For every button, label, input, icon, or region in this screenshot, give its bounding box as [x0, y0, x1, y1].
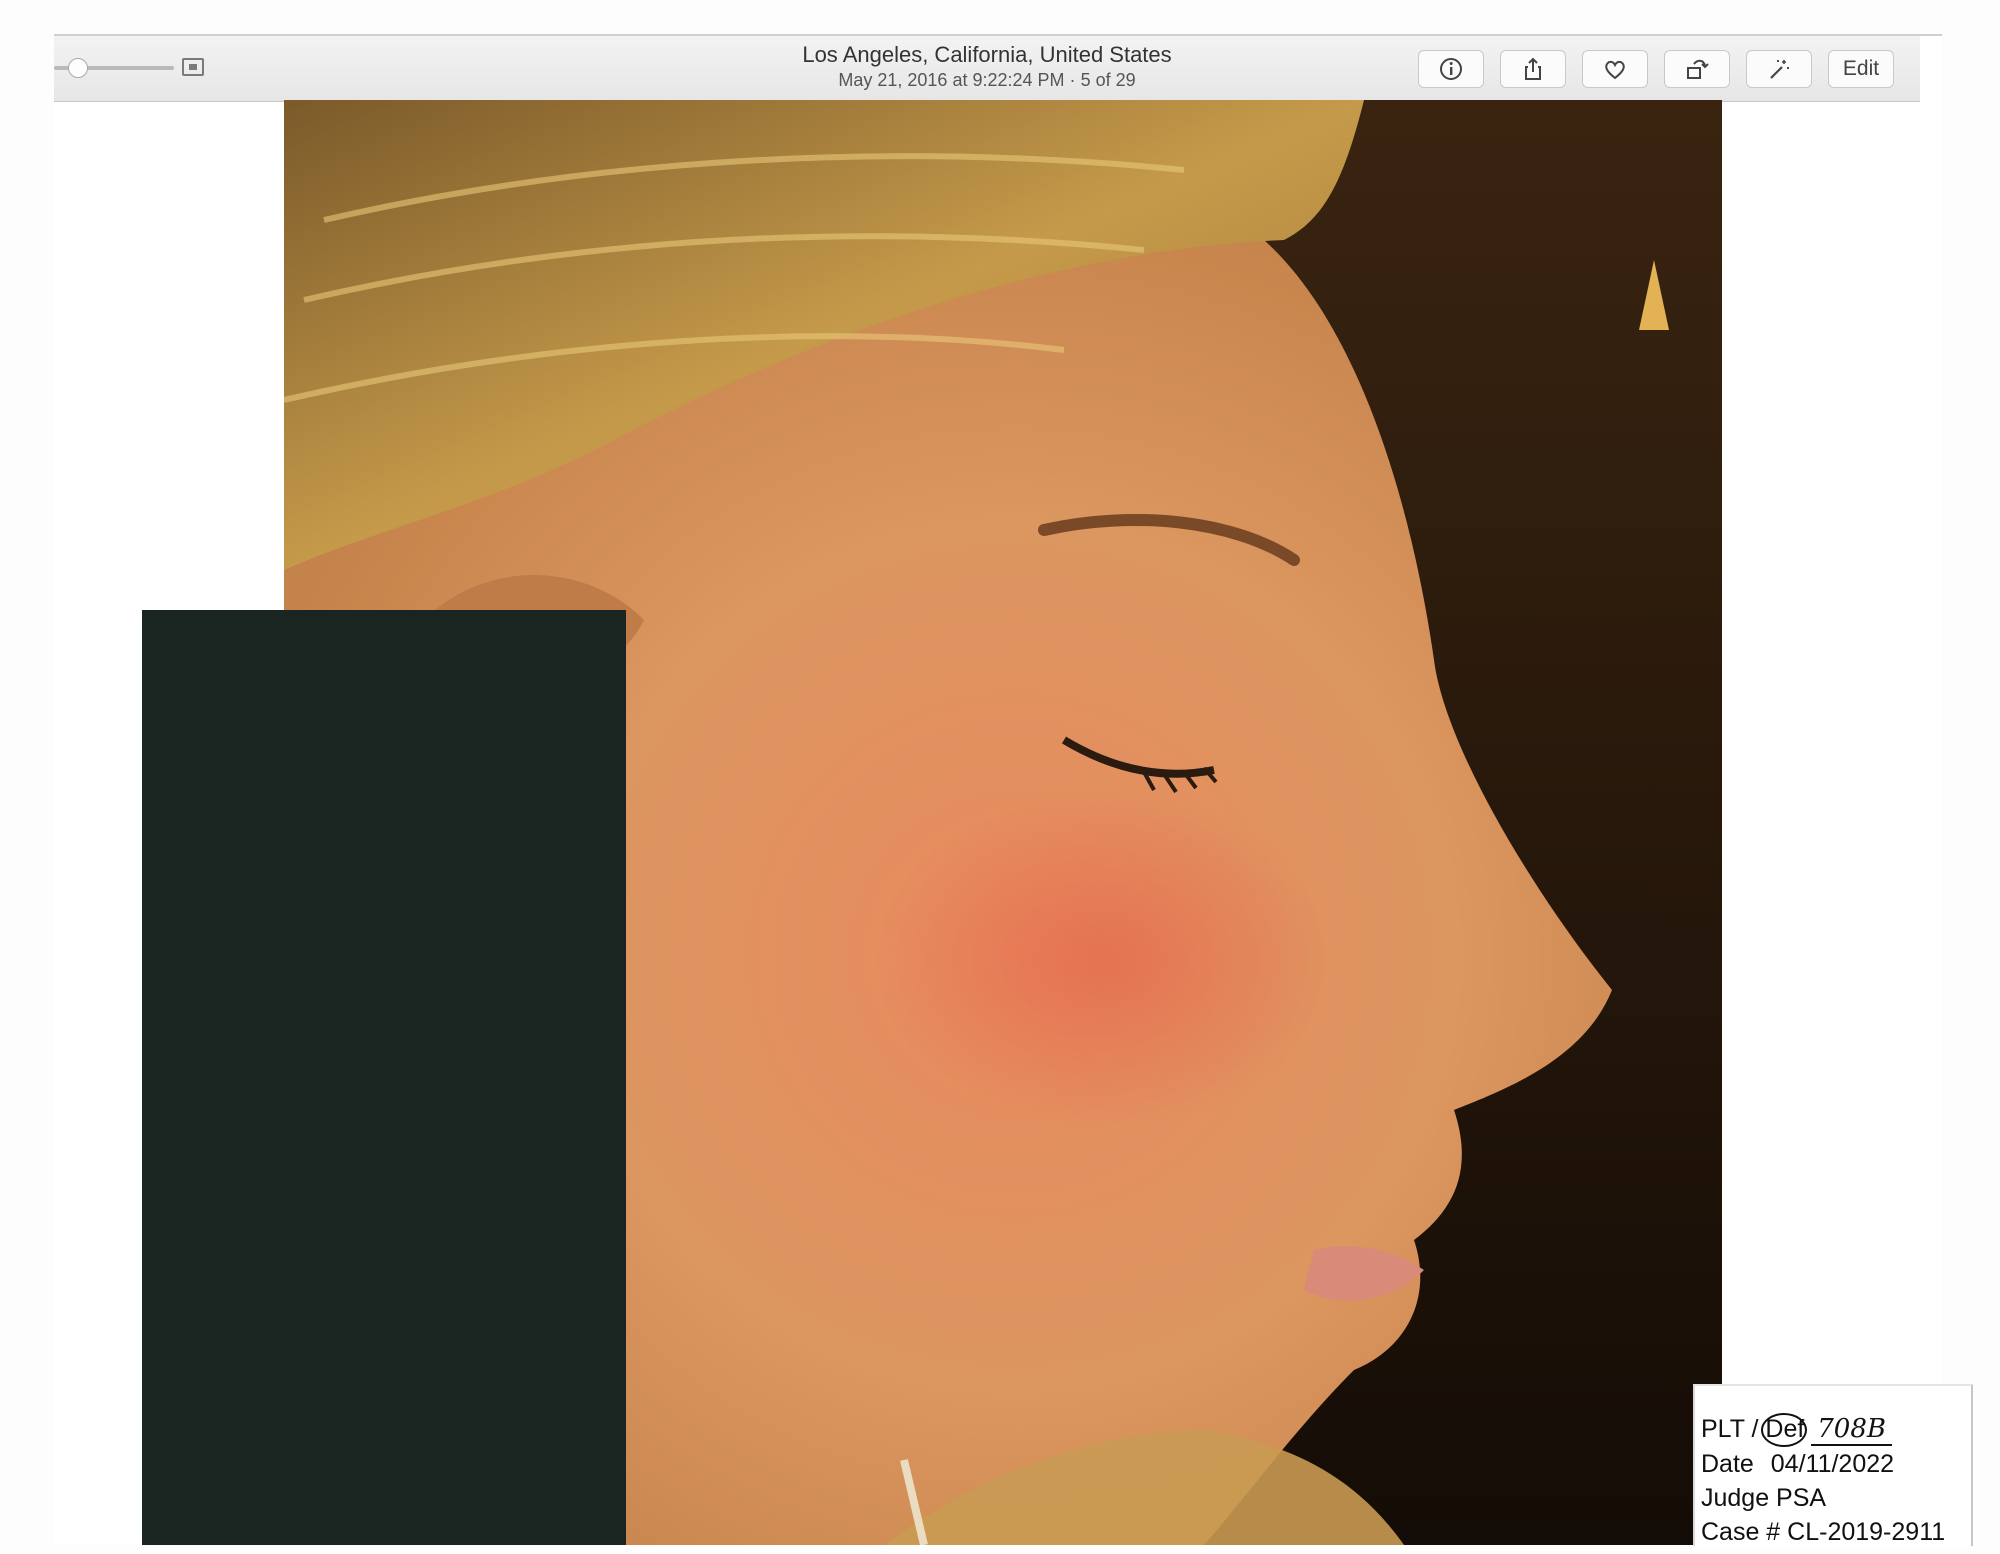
sticker-exhibit-number: 708B — [1811, 1414, 1892, 1446]
heart-icon — [1605, 60, 1625, 80]
enhance-button[interactable] — [1746, 50, 1812, 88]
exhibit-sticker: PLT / Def 708B Date 04/11/2022 Judge PSA… — [1693, 1384, 1973, 1546]
edit-button[interactable]: Edit — [1828, 50, 1894, 88]
info-icon — [1440, 58, 1462, 80]
sticker-party-prefix: PLT / — [1701, 1415, 1766, 1443]
photo-position: 5 of 29 — [1080, 70, 1136, 90]
separator-dot: · — [1069, 70, 1076, 90]
sticker-date-label: Date — [1701, 1450, 1754, 1478]
info-button[interactable] — [1418, 50, 1484, 88]
rotate-icon — [1687, 59, 1709, 79]
scanned-exhibit-page: vs ati 01 ee Re Se ati Los Angeles, Cali… — [0, 0, 2000, 1554]
viewer-titlebar: Los Angeles, California, United States M… — [54, 36, 1920, 102]
sticker-date-line: Date 04/11/2022 — [1701, 1450, 1894, 1479]
sticker-date-value: 04/11/2022 — [1770, 1450, 1895, 1478]
share-icon — [1525, 57, 1541, 80]
rotate-button[interactable] — [1664, 50, 1730, 88]
sticker-judge-line: Judge PSA — [1701, 1484, 1827, 1512]
photo-timestamp: May 21, 2016 at 9:22:24 PM — [838, 70, 1065, 90]
redaction-block — [142, 610, 626, 1545]
sticker-circled-def: Def — [1761, 1413, 1808, 1447]
magic-wand-icon — [1770, 60, 1789, 79]
share-button[interactable] — [1500, 50, 1566, 88]
sticker-party-line: PLT / Def 708B — [1701, 1413, 1892, 1447]
favorite-button[interactable] — [1582, 50, 1648, 88]
sticker-case-line: Case # CL-2019-2911 — [1701, 1518, 1946, 1546]
